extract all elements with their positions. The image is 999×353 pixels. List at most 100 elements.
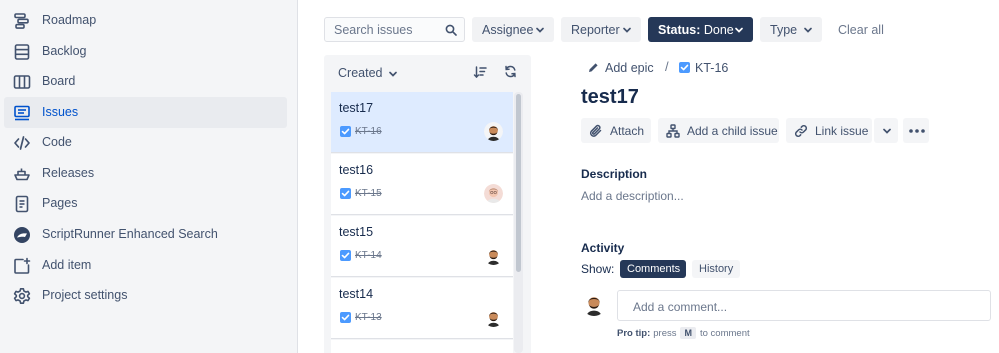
- issue-key: KT-13: [355, 312, 382, 323]
- sidebar-item-label: Pages: [42, 196, 78, 210]
- task-type-icon: [340, 188, 351, 199]
- refresh-icon[interactable]: [504, 65, 517, 78]
- status-filter-button[interactable]: Status: Done: [648, 17, 753, 42]
- sidebar-item-label: Roadmap: [42, 13, 97, 27]
- add-child-issue-label: Add a child issue: [687, 124, 778, 138]
- current-user-avatar: [582, 292, 606, 316]
- link-icon: [794, 124, 808, 138]
- scrollbar-thumb[interactable]: [516, 94, 521, 272]
- project-sidebar: Roadmap Backlog Board Issues Code Releas…: [0, 0, 298, 353]
- issue-card[interactable]: test17 KT-16: [331, 92, 513, 153]
- assignee-avatar: [484, 308, 503, 327]
- board-icon: [13, 73, 31, 91]
- sidebar-item-label: Board: [42, 74, 76, 88]
- sidebar-item-board[interactable]: Board: [4, 66, 287, 97]
- link-issue-button[interactable]: Link issue: [786, 118, 872, 143]
- code-icon: [13, 134, 31, 152]
- sidebar-item-roadmap[interactable]: Roadmap: [4, 5, 287, 36]
- type-filter-label: Type: [770, 22, 798, 37]
- scriptrunner-icon: [13, 226, 31, 244]
- issues-icon: [13, 104, 31, 122]
- issue-key: KT-15: [355, 188, 382, 199]
- pro-tip: Pro tip: press M to comment: [617, 327, 750, 339]
- comment-input[interactable]: [618, 291, 995, 322]
- link-issue-dropdown-button[interactable]: [874, 118, 898, 143]
- task-type-icon: [340, 126, 351, 137]
- sidebar-item-scriptrunner[interactable]: ScriptRunner Enhanced Search: [4, 219, 287, 250]
- chevron-down-icon: [882, 126, 892, 136]
- chevron-down-icon: [535, 25, 545, 35]
- issue-summary-title[interactable]: test17: [581, 86, 639, 109]
- chevron-down-icon: [734, 25, 744, 35]
- breadcrumb-issue-key[interactable]: KT-16: [695, 61, 728, 75]
- ship-icon: [13, 165, 31, 183]
- issue-key: KT-16: [355, 126, 382, 137]
- pages-icon: [13, 195, 31, 213]
- sidebar-item-issues[interactable]: Issues: [4, 97, 287, 128]
- pro-tip-rest: to comment: [699, 327, 750, 339]
- search-input[interactable]: [325, 18, 444, 41]
- sidebar-item-backlog[interactable]: Backlog: [4, 36, 287, 67]
- assignee-avatar: [484, 184, 503, 203]
- issue-key: KT-14: [355, 250, 382, 261]
- description-field[interactable]: Add a description...: [581, 189, 684, 203]
- issue-title: test16: [339, 163, 374, 177]
- search-icon[interactable]: [445, 24, 457, 36]
- issue-card[interactable]: test16 KT-15: [331, 154, 513, 215]
- issue-card[interactable]: test14 KT-13: [331, 278, 513, 339]
- more-actions-button[interactable]: [903, 118, 929, 143]
- pencil-icon: [588, 62, 599, 73]
- attach-label: Attach: [610, 124, 645, 138]
- gear-icon: [13, 287, 31, 305]
- issue-card-partial[interactable]: [331, 340, 513, 353]
- sidebar-item-label: Add item: [42, 258, 92, 272]
- pro-tip-label: Pro tip:: [617, 327, 651, 339]
- hierarchy-icon: [666, 124, 680, 138]
- chevron-down-icon[interactable]: [388, 69, 398, 79]
- breadcrumb-separator: /: [665, 59, 669, 74]
- history-tab-label: History: [699, 263, 734, 275]
- link-issue-label: Link issue: [815, 124, 869, 138]
- add-epic-link[interactable]: Add epic: [605, 61, 654, 75]
- show-label: Show:: [581, 262, 615, 276]
- history-tab[interactable]: History: [692, 260, 740, 278]
- issue-list-panel: Created test17 KT-16 test16 KT-15 test15…: [324, 55, 531, 353]
- task-type-icon: [340, 312, 351, 323]
- sidebar-item-add-item[interactable]: Add item: [4, 250, 287, 281]
- sidebar-item-label: Project settings: [42, 288, 128, 302]
- type-filter-button[interactable]: Type: [760, 17, 822, 42]
- sort-by-dropdown[interactable]: Created: [338, 66, 382, 80]
- sidebar-item-label: Code: [42, 135, 72, 149]
- issue-title: test17: [339, 101, 374, 115]
- clear-all-button[interactable]: Clear all: [838, 23, 884, 37]
- assignee-filter-label: Assignee: [482, 22, 534, 37]
- sidebar-item-label: ScriptRunner Enhanced Search: [42, 227, 218, 241]
- sidebar-item-label: Issues: [42, 105, 79, 119]
- sidebar-item-project-settings[interactable]: Project settings: [4, 280, 287, 311]
- issue-title: test15: [339, 225, 374, 239]
- keyboard-shortcut-key: M: [680, 327, 696, 339]
- assignee-avatar: [484, 246, 503, 265]
- backlog-icon: [13, 43, 31, 61]
- search-box: [324, 17, 465, 42]
- task-type-icon: [679, 62, 690, 73]
- attach-button[interactable]: Attach: [581, 118, 651, 143]
- issue-card[interactable]: test15 KT-14: [331, 216, 513, 277]
- assignee-avatar: [484, 122, 503, 141]
- comments-tab[interactable]: Comments: [620, 260, 686, 278]
- assignee-filter-button[interactable]: Assignee: [472, 17, 554, 42]
- task-type-icon: [340, 250, 351, 261]
- roadmap-icon: [13, 12, 31, 30]
- reporter-filter-button[interactable]: Reporter: [561, 17, 641, 42]
- add-child-issue-button[interactable]: Add a child issue: [658, 118, 779, 143]
- paperclip-icon: [589, 124, 603, 138]
- pro-tip-press: press: [653, 327, 677, 339]
- chevron-down-icon: [803, 25, 813, 35]
- more-icon: [909, 129, 925, 133]
- reporter-filter-label: Reporter: [571, 22, 620, 37]
- sidebar-item-pages[interactable]: Pages: [4, 188, 287, 219]
- sort-order-icon[interactable]: [473, 65, 487, 79]
- comments-tab-label: Comments: [627, 263, 681, 275]
- sidebar-item-releases[interactable]: Releases: [4, 158, 287, 189]
- sidebar-item-code[interactable]: Code: [4, 127, 287, 158]
